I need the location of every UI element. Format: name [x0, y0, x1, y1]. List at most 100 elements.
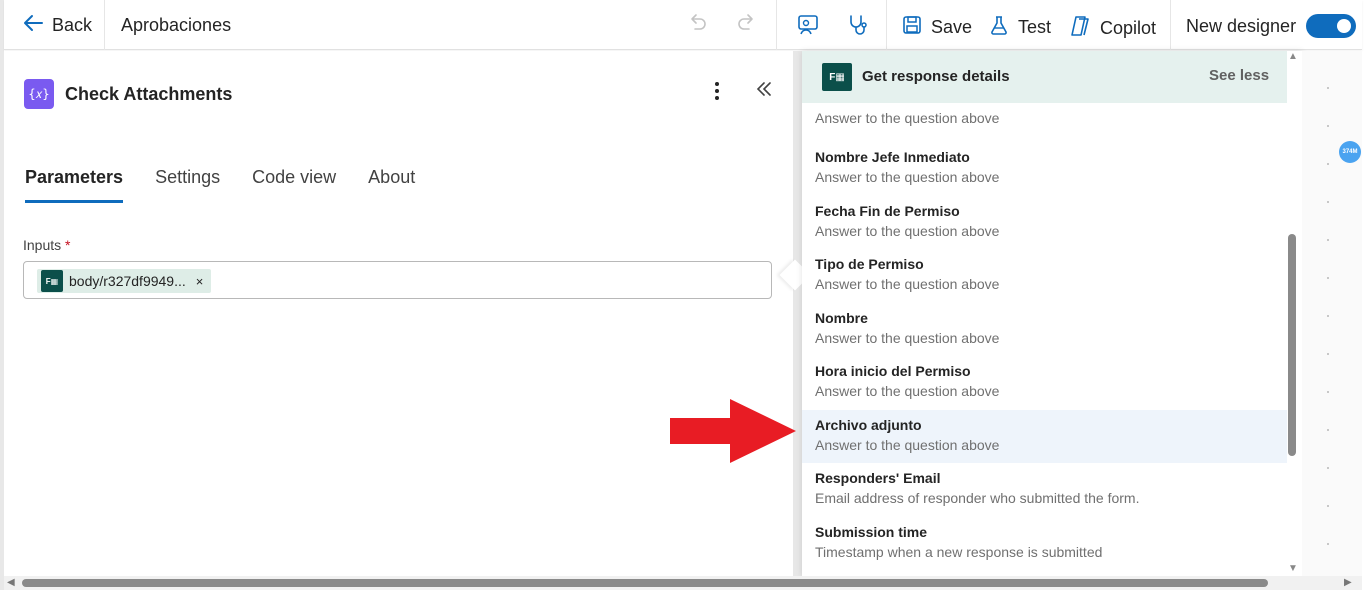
- item-description: Answer to the question above: [815, 110, 1000, 126]
- grid-dot: [1327, 315, 1329, 317]
- person-feedback-icon: [796, 15, 820, 41]
- dropdown-group-header: F▦ Get response details See less: [802, 51, 1287, 103]
- list-item[interactable]: Submission time Timestamp when a new res…: [802, 517, 1287, 571]
- undo-icon: [686, 14, 708, 38]
- grid-dot: [1327, 239, 1329, 241]
- item-name: Responders' Email: [815, 470, 941, 486]
- dynamic-content-dropdown: F▦ Get response details See less Answer …: [802, 51, 1302, 576]
- grid-dot: [1327, 353, 1329, 355]
- item-name: Fecha Fin de Permiso: [815, 202, 960, 219]
- flow-title: Aprobaciones: [121, 15, 232, 35]
- item-description: Answer to the question above: [815, 329, 1000, 346]
- item-description: Answer to the question above: [815, 436, 1000, 453]
- toolbar-divider: [886, 0, 887, 50]
- item-name: Nombre Jefe Inmediato: [815, 149, 970, 165]
- back-button[interactable]: Back: [22, 12, 92, 39]
- grid-dot: [1327, 201, 1329, 203]
- scroll-down-arrow[interactable]: ▼: [1288, 563, 1298, 574]
- list-item[interactable]: Tipo de Permiso Answer to the question a…: [802, 249, 1287, 303]
- panel-tabs: Parameters Settings Code view About: [25, 167, 415, 203]
- collapse-panel-button[interactable]: [754, 79, 774, 105]
- action-panel: {𝑥} Check Attachments Parameters Setting…: [4, 51, 794, 576]
- horizontal-scrollbar-thumb[interactable]: [22, 579, 1268, 587]
- scroll-up-arrow[interactable]: ▲: [1288, 51, 1298, 62]
- forms-icon: F▦: [822, 63, 852, 91]
- inputs-label: Inputs *: [23, 237, 70, 253]
- item-name: Submission time: [815, 523, 928, 540]
- more-options-button[interactable]: [714, 81, 720, 107]
- new-designer-toggle-group: New designer: [1186, 14, 1357, 38]
- zoom-badge[interactable]: 374M: [1339, 141, 1361, 163]
- grid-dot: [1327, 429, 1329, 431]
- new-designer-label: New designer: [1186, 15, 1297, 36]
- red-arrow-icon: [668, 398, 798, 469]
- save-button[interactable]: Save: [901, 14, 972, 41]
- test-label: Test: [1018, 17, 1052, 37]
- item-description: Answer to the question above: [815, 169, 1000, 185]
- see-less-link[interactable]: See less: [1209, 67, 1269, 84]
- stethoscope-icon: [846, 15, 870, 41]
- copilot-icon: [1068, 14, 1092, 43]
- copilot-label: Copilot: [1100, 18, 1157, 38]
- list-item[interactable]: Answer to the question above: [802, 103, 1287, 142]
- tab-parameters[interactable]: Parameters: [25, 167, 124, 203]
- required-mark: *: [65, 237, 71, 253]
- dynamic-content-token[interactable]: F▦ body/r327df9949... ×: [37, 269, 212, 293]
- item-name: Tipo de Permiso: [815, 256, 924, 272]
- grid-dot: [1327, 87, 1329, 89]
- item-description: Answer to the question above: [815, 383, 1000, 399]
- grid-dot: [1327, 543, 1329, 545]
- item-description: Answer to the question above: [815, 276, 1000, 292]
- list-item-highlighted[interactable]: Archivo adjunto Answer to the question a…: [802, 409, 1287, 463]
- grid-dot: [1327, 277, 1329, 279]
- variable-icon: {𝑥}: [24, 79, 54, 109]
- flow-canvas[interactable]: [1302, 51, 1362, 576]
- dynamic-content-list: Answer to the question above Nombre Jefe…: [802, 103, 1287, 570]
- forms-icon: F▦: [41, 270, 63, 292]
- action-title[interactable]: Check Attachments: [65, 84, 232, 105]
- chevron-double-left-icon: [754, 79, 774, 104]
- toolbar-divider: [104, 0, 105, 50]
- scroll-right-arrow[interactable]: ▶: [1344, 577, 1352, 588]
- new-designer-toggle[interactable]: [1306, 14, 1357, 38]
- item-description: Answer to the question above: [815, 222, 1000, 239]
- beaker-icon: [988, 14, 1010, 41]
- item-description: Email address of responder who submitted…: [815, 490, 1140, 506]
- list-item[interactable]: Responders' Email Email address of respo…: [802, 463, 1287, 517]
- test-button[interactable]: Test: [988, 14, 1051, 41]
- more-vertical-icon: [714, 82, 720, 106]
- panel-divider[interactable]: [793, 51, 802, 576]
- group-title: Get response details: [862, 68, 1010, 85]
- undo-button[interactable]: [686, 12, 708, 39]
- grid-dot: [1327, 505, 1329, 507]
- grid-dot: [1327, 163, 1329, 165]
- toolbar-divider: [776, 0, 777, 50]
- save-icon: [901, 14, 923, 41]
- dropdown-scrollbar[interactable]: [1288, 234, 1296, 456]
- top-toolbar: Back Aprobaciones Save Test Copilot New …: [4, 0, 1362, 50]
- item-name: Archivo adjunto: [815, 416, 922, 433]
- inputs-field[interactable]: F▦ body/r327df9949... ×: [23, 261, 772, 299]
- save-label: Save: [931, 17, 973, 37]
- list-item[interactable]: Nombre Answer to the question above: [802, 303, 1287, 357]
- health-check-button[interactable]: [846, 13, 870, 42]
- flow-checker-button[interactable]: [796, 13, 820, 42]
- list-item[interactable]: Nombre Jefe Inmediato Answer to the ques…: [802, 142, 1287, 196]
- remove-token-button[interactable]: ×: [196, 274, 204, 289]
- tab-code-view[interactable]: Code view: [252, 167, 336, 203]
- toolbar-divider: [1170, 0, 1171, 50]
- scroll-left-arrow[interactable]: ◀: [7, 577, 15, 588]
- grid-dot: [1327, 467, 1329, 469]
- tab-settings[interactable]: Settings: [155, 167, 220, 203]
- back-label: Back: [52, 15, 93, 35]
- redo-icon: [736, 14, 758, 38]
- item-name: Hora inicio del Permiso: [815, 363, 971, 379]
- list-item[interactable]: Hora inicio del Permiso Answer to the qu…: [802, 356, 1287, 410]
- grid-dot: [1327, 125, 1329, 127]
- copilot-button[interactable]: Copilot: [1068, 14, 1156, 43]
- token-label: body/r327df9949...: [69, 273, 186, 289]
- redo-button[interactable]: [736, 12, 758, 39]
- list-item[interactable]: Fecha Fin de Permiso Answer to the quest…: [802, 196, 1287, 250]
- item-description: Timestamp when a new response is submitt…: [815, 543, 1103, 560]
- tab-about[interactable]: About: [368, 167, 415, 203]
